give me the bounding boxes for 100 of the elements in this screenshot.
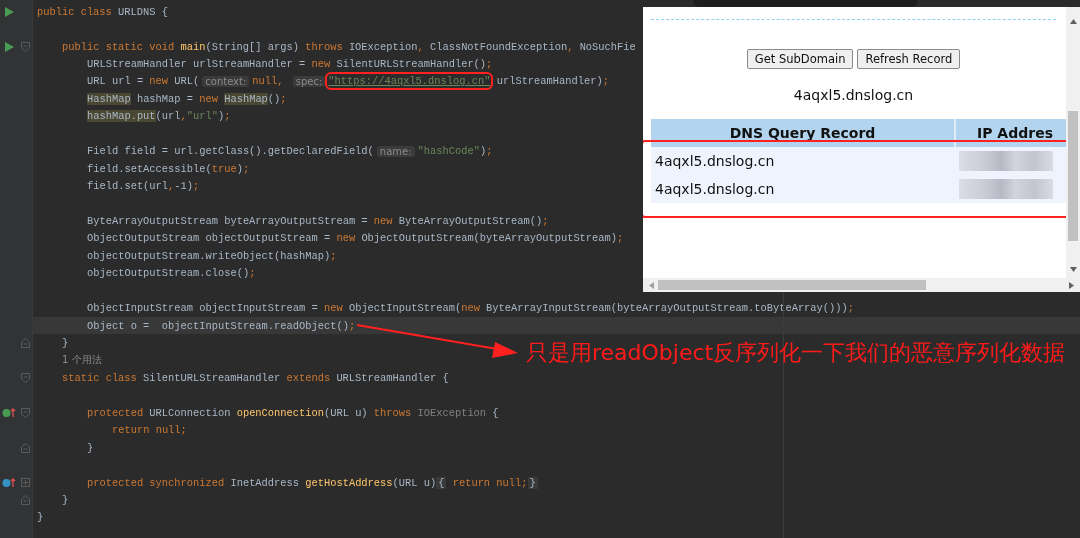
code-text: ByteArrayOutputStream() [398, 214, 543, 227]
implements-icon[interactable] [2, 407, 16, 418]
table-cell: 4aqxl5.dnslog.cn [651, 147, 956, 175]
code-keyword: ; [602, 75, 609, 88]
code-keyword: throws [305, 40, 344, 53]
scroll-left-icon[interactable] [649, 281, 654, 289]
fold-icon[interactable] [20, 442, 30, 453]
code-text: -1) [174, 180, 194, 193]
code-keyword: ; [224, 110, 231, 123]
code-keyword: ; [617, 232, 624, 245]
folded-brace: } [527, 476, 538, 489]
method-name: main [180, 40, 206, 53]
fold-icon[interactable] [20, 494, 30, 505]
code-text: InetAddress [230, 476, 300, 489]
code-text: Field field = url.getClass().getDeclaredField( [87, 145, 374, 158]
code-text: (URL u) [392, 476, 437, 489]
code-text: NoSuchFie [579, 40, 636, 53]
code-keyword: ; [486, 58, 493, 71]
code-text: ObjectOutputStream(byteArrayOutputStream) [361, 232, 618, 245]
parameter-hint: spec: [292, 75, 326, 87]
code-keyword: new [323, 302, 344, 315]
code-text: (String[] args) [205, 40, 300, 53]
expand-icon[interactable] [20, 478, 30, 488]
method-name: openConnection [236, 406, 324, 419]
unused-type: IOException [417, 406, 487, 419]
code-keyword: extends [286, 371, 332, 384]
code-keyword: protected [87, 406, 145, 419]
code-text: ) [479, 145, 487, 158]
code-keyword: ; [242, 162, 250, 175]
column-header: DNS Query Record [651, 119, 956, 147]
code-keyword: true [211, 162, 237, 175]
code-text: () [267, 92, 281, 105]
code-text: ByteArrayInputStream(byteArrayOutputStream.toByteArray())) [486, 302, 848, 315]
code-text: objectOutputStream.close() [87, 267, 250, 280]
run-icon[interactable] [4, 6, 14, 17]
code-text: URLConnection [149, 406, 232, 419]
code-keyword: ; [486, 145, 493, 158]
string-literal: "hashCode" [417, 145, 480, 158]
code-text: ) [236, 162, 243, 175]
fold-icon[interactable] [20, 372, 30, 383]
parameter-hint: name: [376, 145, 415, 157]
code-text: URLStreamHandler { [336, 371, 449, 384]
code-text: SilentURLStreamHandler [143, 371, 282, 384]
string-literal: "url" [186, 110, 218, 123]
scroll-down-icon[interactable] [1069, 267, 1077, 272]
code-text: URL( [174, 75, 200, 88]
code-keyword: new [336, 232, 357, 245]
code-keyword: ; [542, 214, 549, 227]
code-keyword: , [168, 180, 175, 193]
window-tab[interactable] [693, 0, 918, 7]
code-text: field.setAccessible( [87, 162, 212, 175]
code-keyword: null, [252, 75, 285, 88]
table-cell: 4aqxl5.dnslog.cn [651, 175, 956, 203]
code-keyword: public static void [62, 40, 176, 53]
code-keyword: ; [847, 302, 854, 315]
run-icon[interactable] [4, 41, 14, 52]
highlighted-reference: HashMap [224, 92, 268, 105]
code-text: SilentURLStreamHandler() [336, 58, 487, 71]
page-button[interactable]: Refresh Record [857, 49, 961, 69]
code-keyword: return null; [451, 476, 528, 489]
scroll-right-icon[interactable] [1069, 281, 1074, 289]
code-text: URLStreamHandler urlStreamHandler = [87, 58, 307, 71]
page-button[interactable]: Get SubDomain [746, 49, 854, 69]
code-text: objectOutputStream.writeObject(hashMap) [87, 249, 331, 262]
fold-icon[interactable] [20, 41, 30, 52]
scroll-up-icon[interactable] [1069, 19, 1077, 24]
code-text: ByteArrayOutputStream byteArrayOutputStream = [87, 214, 369, 227]
code-keyword: new [311, 58, 332, 71]
code-keyword: ; [330, 249, 337, 262]
code-text: ObjectInputStream objectInputStream = [87, 302, 319, 315]
code-keyword: protected synchronized [87, 476, 226, 489]
highlighted-reference: HashMap [87, 92, 131, 105]
code-keyword: ; [249, 267, 256, 280]
code-text: } [37, 511, 44, 524]
highlighted-reference: hashMap.put [87, 110, 156, 123]
code-text: hashMap = [135, 92, 194, 105]
code-keyword: , [417, 40, 425, 53]
code-text: URLDNS { [118, 5, 168, 18]
code-text: IOException [348, 40, 418, 53]
code-keyword: new [199, 92, 219, 105]
code-text: } [87, 441, 94, 454]
code-keyword: static class [62, 371, 138, 384]
code-keyword: throws [373, 406, 413, 419]
overrides-icon[interactable] [2, 477, 16, 488]
vertical-scrollbar[interactable] [1066, 7, 1080, 278]
horizontal-scrollbar[interactable] [643, 278, 1080, 292]
code-keyword: ; [280, 92, 287, 105]
code-keyword: ; [348, 319, 356, 332]
folded-brace: { [436, 476, 447, 489]
code-keyword: , [180, 110, 187, 123]
parameter-hint: context: [202, 75, 250, 87]
fold-icon[interactable] [20, 407, 30, 418]
code-text: ) [218, 110, 225, 123]
code-text: field.set(url [87, 180, 169, 193]
code-text: (url [155, 110, 181, 123]
code-text: Object o = objectInputStream.readObject() [87, 319, 349, 332]
url-string: "https://4aqxl5.dnslog.cn" [328, 75, 491, 88]
fold-icon[interactable] [20, 338, 30, 349]
code-keyword: return null; [112, 424, 187, 437]
code-keyword: new [461, 302, 481, 315]
